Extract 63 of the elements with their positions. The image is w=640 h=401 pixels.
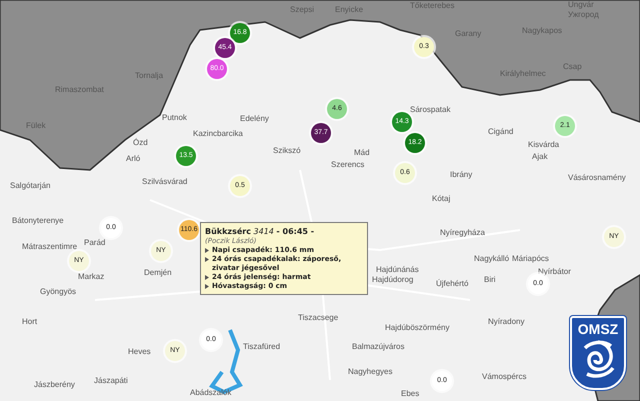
place-label: Ungvár [568, 0, 594, 9]
place-label: Kótaj [432, 194, 450, 203]
place-label: Hajdúnánás [376, 265, 419, 274]
place-label: Csap [563, 62, 582, 71]
place-label: Abádszalók [190, 388, 232, 397]
place-label: Mád [354, 148, 370, 157]
place-label: Szepsi [290, 5, 314, 14]
place-label: Garany [455, 29, 482, 38]
place-label: Nyíregyháza [440, 228, 485, 237]
place-label: Kazincbarcika [193, 129, 243, 138]
place-label: Fülek [26, 121, 46, 130]
place-label: Bátonyterenye [12, 216, 64, 225]
bullet-icon [205, 275, 209, 280]
logo-text: OMSZ [578, 320, 618, 338]
place-label: Szerencs [331, 160, 364, 169]
place-label: Vásárosnamény [568, 173, 626, 182]
place-label: Sárospatak [410, 105, 450, 114]
place-label: Gyöngyös [40, 287, 76, 296]
place-label: Hort [22, 317, 38, 326]
place-label: Ózd [133, 138, 148, 147]
place-label: Putnok [162, 113, 187, 122]
place-label: Edelény [240, 114, 269, 123]
place-label: Markaz [78, 272, 104, 281]
place-label: Vámospércs [482, 372, 526, 381]
place-label: Tiszafüred [243, 342, 280, 351]
place-label: Enyicke [335, 5, 364, 14]
place-label: Hajdúdorog [372, 275, 414, 284]
swirl-icon [581, 338, 615, 378]
place-label: Biri [484, 275, 496, 284]
place-label: Arló [126, 154, 140, 163]
place-label: Királyhelmec [500, 69, 546, 78]
place-label: Ajak [532, 152, 548, 161]
place-label: Szilvásvárad [142, 177, 188, 186]
place-label: Ужгород [568, 10, 599, 19]
place-label: Jászberény [34, 380, 75, 389]
place-label: Szikszó [273, 146, 301, 155]
place-label: Rimaszombat [55, 85, 104, 94]
place-label: Salgótarján [10, 181, 50, 190]
bullet-icon [205, 248, 209, 253]
place-label: Cigánd [488, 127, 514, 136]
place-label: Nyírbátor [538, 267, 571, 276]
place-label: Tőketerebes [410, 1, 454, 10]
place-label: Balmazújváros [352, 342, 404, 351]
place-label: Nagykapos [522, 26, 562, 35]
place-label: Jászapáti [94, 376, 128, 385]
place-label: Máriapócs [512, 254, 549, 263]
place-label: Ibrány [450, 170, 472, 179]
place-label: Demjén [144, 268, 172, 277]
tooltip-title: Bükkzsérc 3414 - 06:45 - [205, 226, 316, 237]
place-label: Tiszacsege [298, 313, 338, 322]
place-label: Nyíradony [488, 317, 524, 326]
bullet-icon [205, 284, 209, 289]
place-label: Ebes [401, 389, 420, 398]
place-label: Kisvárda [528, 140, 560, 149]
place-label: Tornalja [135, 71, 164, 80]
place-label: Újfehértó [436, 279, 468, 288]
place-label: Heves [128, 347, 151, 356]
place-label: Mátraszentimre [22, 242, 78, 251]
place-label: Parád [84, 238, 106, 247]
bullet-icon [205, 257, 209, 262]
place-label: Nagyhegyes [348, 367, 392, 376]
place-label: Nagykálló [474, 254, 510, 263]
place-label: Hajdúböszörmény [385, 323, 450, 332]
